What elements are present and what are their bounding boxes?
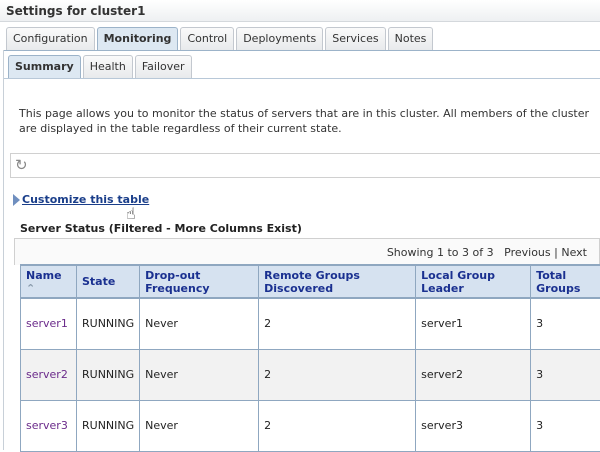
expand-triangle-icon bbox=[13, 194, 20, 206]
cell-total-groups: 3 bbox=[531, 349, 600, 400]
cell-local-leader: server3 bbox=[416, 400, 531, 451]
column-header-name[interactable]: Name ⌃ bbox=[21, 265, 77, 298]
cell-state: RUNNING bbox=[77, 349, 140, 400]
cell-state: RUNNING bbox=[77, 298, 140, 349]
column-header-total-groups[interactable]: Total Groups bbox=[531, 265, 600, 298]
cell-state: RUNNING bbox=[77, 400, 140, 451]
refresh-icon[interactable]: ↻ bbox=[15, 156, 28, 174]
cell-dropout: Never bbox=[140, 298, 259, 349]
page-description: This page allows you to monitor the stat… bbox=[19, 106, 594, 136]
tab-monitoring[interactable]: Monitoring bbox=[97, 27, 179, 50]
column-header-state[interactable]: State bbox=[77, 265, 140, 298]
server-status-table: Name ⌃ State Drop-out Frequency Remote G… bbox=[20, 264, 600, 452]
column-header-remote-groups[interactable]: Remote Groups Discovered bbox=[259, 265, 416, 298]
page-title: Settings for cluster1 bbox=[0, 0, 600, 22]
pager: Showing 1 to 3 of 3 Previous | Next bbox=[14, 238, 600, 265]
pager-separator: | bbox=[554, 246, 558, 259]
pager-next[interactable]: Next bbox=[561, 246, 587, 259]
hand-cursor-icon: ☝ bbox=[126, 204, 136, 223]
cell-remote-groups: 2 bbox=[259, 400, 416, 451]
table-title: Server Status (Filtered - More Columns E… bbox=[20, 222, 302, 235]
cell-remote-groups: 2 bbox=[259, 298, 416, 349]
table-row: server3 RUNNING Never 2 server3 3 bbox=[21, 400, 600, 451]
server-link[interactable]: server1 bbox=[26, 317, 68, 330]
table-toolbar: ↻ bbox=[10, 153, 600, 178]
subtab-failover[interactable]: Failover bbox=[135, 55, 192, 78]
table-row: server2 RUNNING Never 2 server2 3 bbox=[21, 349, 600, 400]
tab-configuration[interactable]: Configuration bbox=[6, 27, 95, 50]
column-header-dropout[interactable]: Drop-out Frequency bbox=[140, 265, 259, 298]
tab-deployments[interactable]: Deployments bbox=[236, 27, 323, 50]
left-border bbox=[3, 50, 4, 450]
sub-tabs: Summary Health Failover bbox=[8, 55, 192, 78]
pager-showing: Showing 1 to 3 of 3 bbox=[387, 246, 494, 259]
tab-services[interactable]: Services bbox=[325, 27, 385, 50]
cell-remote-groups: 2 bbox=[259, 349, 416, 400]
cell-total-groups: 3 bbox=[531, 298, 600, 349]
tab-control[interactable]: Control bbox=[180, 27, 234, 50]
pager-previous[interactable]: Previous bbox=[504, 246, 551, 259]
column-header-local-leader[interactable]: Local Group Leader bbox=[416, 265, 531, 298]
server-link[interactable]: server2 bbox=[26, 368, 68, 381]
cell-dropout: Never bbox=[140, 349, 259, 400]
cell-total-groups: 3 bbox=[531, 400, 600, 451]
cell-dropout: Never bbox=[140, 400, 259, 451]
main-tabs: Configuration Monitoring Control Deploym… bbox=[6, 27, 433, 50]
subtab-divider bbox=[4, 78, 600, 79]
sort-ascending-icon[interactable]: ⌃ bbox=[26, 282, 35, 295]
table-row: server1 RUNNING Never 2 server1 3 bbox=[21, 298, 600, 349]
cell-local-leader: server1 bbox=[416, 298, 531, 349]
subtab-summary[interactable]: Summary bbox=[8, 55, 81, 78]
cell-local-leader: server2 bbox=[416, 349, 531, 400]
tab-divider bbox=[4, 50, 600, 51]
tab-notes[interactable]: Notes bbox=[388, 27, 434, 50]
server-link[interactable]: server3 bbox=[26, 419, 68, 432]
subtab-health[interactable]: Health bbox=[83, 55, 133, 78]
